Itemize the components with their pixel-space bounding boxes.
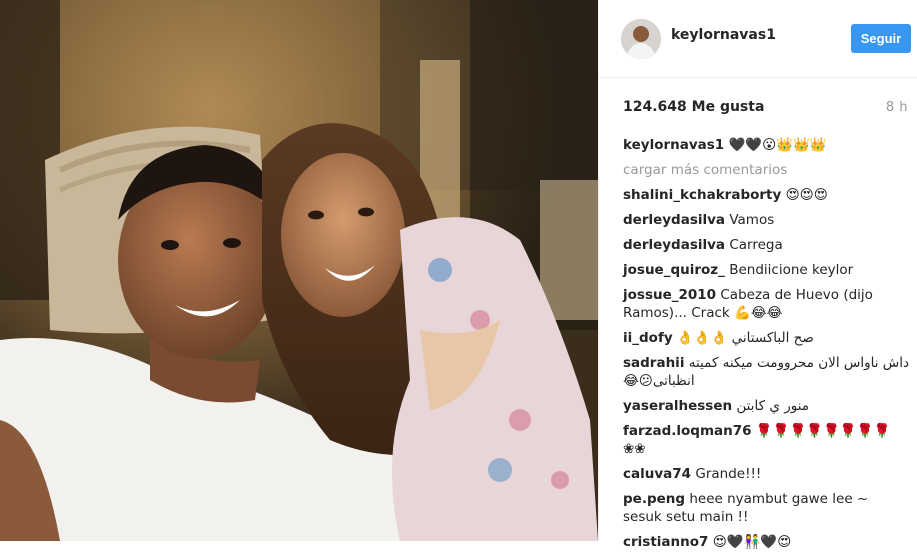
comment-username[interactable]: cristianno7 xyxy=(623,534,708,550)
comment-text: Bendiicione keylor xyxy=(729,262,854,278)
comment-text: Carrega xyxy=(729,237,783,253)
comment-username[interactable]: ii_dofy xyxy=(623,330,673,346)
comment: pe.peng heee nyambut gawe lee ~ sesuk se… xyxy=(623,490,911,526)
likes-count[interactable]: 124.648 Me gusta xyxy=(623,99,764,115)
comment: derleydasilva Vamos xyxy=(623,211,911,229)
comment: yaseralhessen منور ي كابتن xyxy=(623,397,911,415)
comment: caluva74 Grande!!! xyxy=(623,465,911,483)
follow-button[interactable]: Seguir xyxy=(851,24,911,53)
comment-username[interactable]: caluva74 xyxy=(623,466,691,482)
comment-text: Grande!!! xyxy=(695,466,762,482)
comment-text: منور ي كابتن xyxy=(736,398,810,414)
comment-text: صح الباكستاني 👌👌👌 xyxy=(676,330,814,346)
instagram-post-view: keylornavas1 Seguir 124.648 Me gusta 8 h… xyxy=(0,0,917,550)
comment-username[interactable]: farzad.loqman76 xyxy=(623,423,752,439)
avatar-image xyxy=(621,19,661,59)
comment-username[interactable]: derleydasilva xyxy=(623,237,725,253)
comment: ii_dofy صح الباكستاني 👌👌👌 xyxy=(623,329,911,347)
comment: jossue_2010 Cabeza de Huevo (dijo Ramos)… xyxy=(623,286,911,322)
caption: keylornavas1 🖤🖤😮👑👑👑 xyxy=(623,136,911,154)
selfie-photo-illustration xyxy=(0,0,598,541)
avatar[interactable] xyxy=(621,19,661,59)
comment: cristianno7 😍🖤👫🖤😍 xyxy=(623,533,911,551)
load-more-comments-link[interactable]: cargar más comentarios xyxy=(623,161,911,179)
comment-username[interactable]: shalini_kchakraborty xyxy=(623,187,781,203)
comment-text: Vamos xyxy=(729,212,775,228)
post-header: keylornavas1 Seguir xyxy=(599,0,917,78)
comment-username[interactable]: yaseralhessen xyxy=(623,398,732,414)
comment: farzad.loqman76 🌹🌹🌹🌹🌹🌹🌹🌹 ❀❀ xyxy=(623,422,911,458)
caption-username[interactable]: keylornavas1 xyxy=(623,137,724,153)
post-author-username[interactable]: keylornavas1 xyxy=(671,27,776,43)
comment-text: 😍🖤👫🖤😍 xyxy=(712,534,792,550)
comment-text: 😍😍😍 xyxy=(785,187,828,203)
post-timestamp[interactable]: 8 h xyxy=(886,100,908,115)
comments-list: keylornavas1 🖤🖤😮👑👑👑 cargar más comentari… xyxy=(623,136,911,558)
comment-username[interactable]: pe.peng xyxy=(623,491,685,507)
comment: shalini_kchakraborty 😍😍😍 xyxy=(623,186,911,204)
comment-username[interactable]: derleydasilva xyxy=(623,212,725,228)
likes-row: 124.648 Me gusta 8 h xyxy=(623,99,908,119)
caption-text: 🖤🖤😮👑👑👑 xyxy=(728,137,827,153)
comment-username[interactable]: jossue_2010 xyxy=(623,287,716,303)
comment: sadrahii داش ناواس الان محروومت میکنه کم… xyxy=(623,354,911,390)
comment-username[interactable]: sadrahii xyxy=(623,355,684,371)
post-sidebar: keylornavas1 Seguir 124.648 Me gusta 8 h… xyxy=(598,0,917,550)
post-photo[interactable] xyxy=(0,0,598,541)
comment: derleydasilva Carrega xyxy=(623,236,911,254)
comment-username[interactable]: josue_quiroz_ xyxy=(623,262,725,278)
comment: josue_quiroz_ Bendiicione keylor xyxy=(623,261,911,279)
